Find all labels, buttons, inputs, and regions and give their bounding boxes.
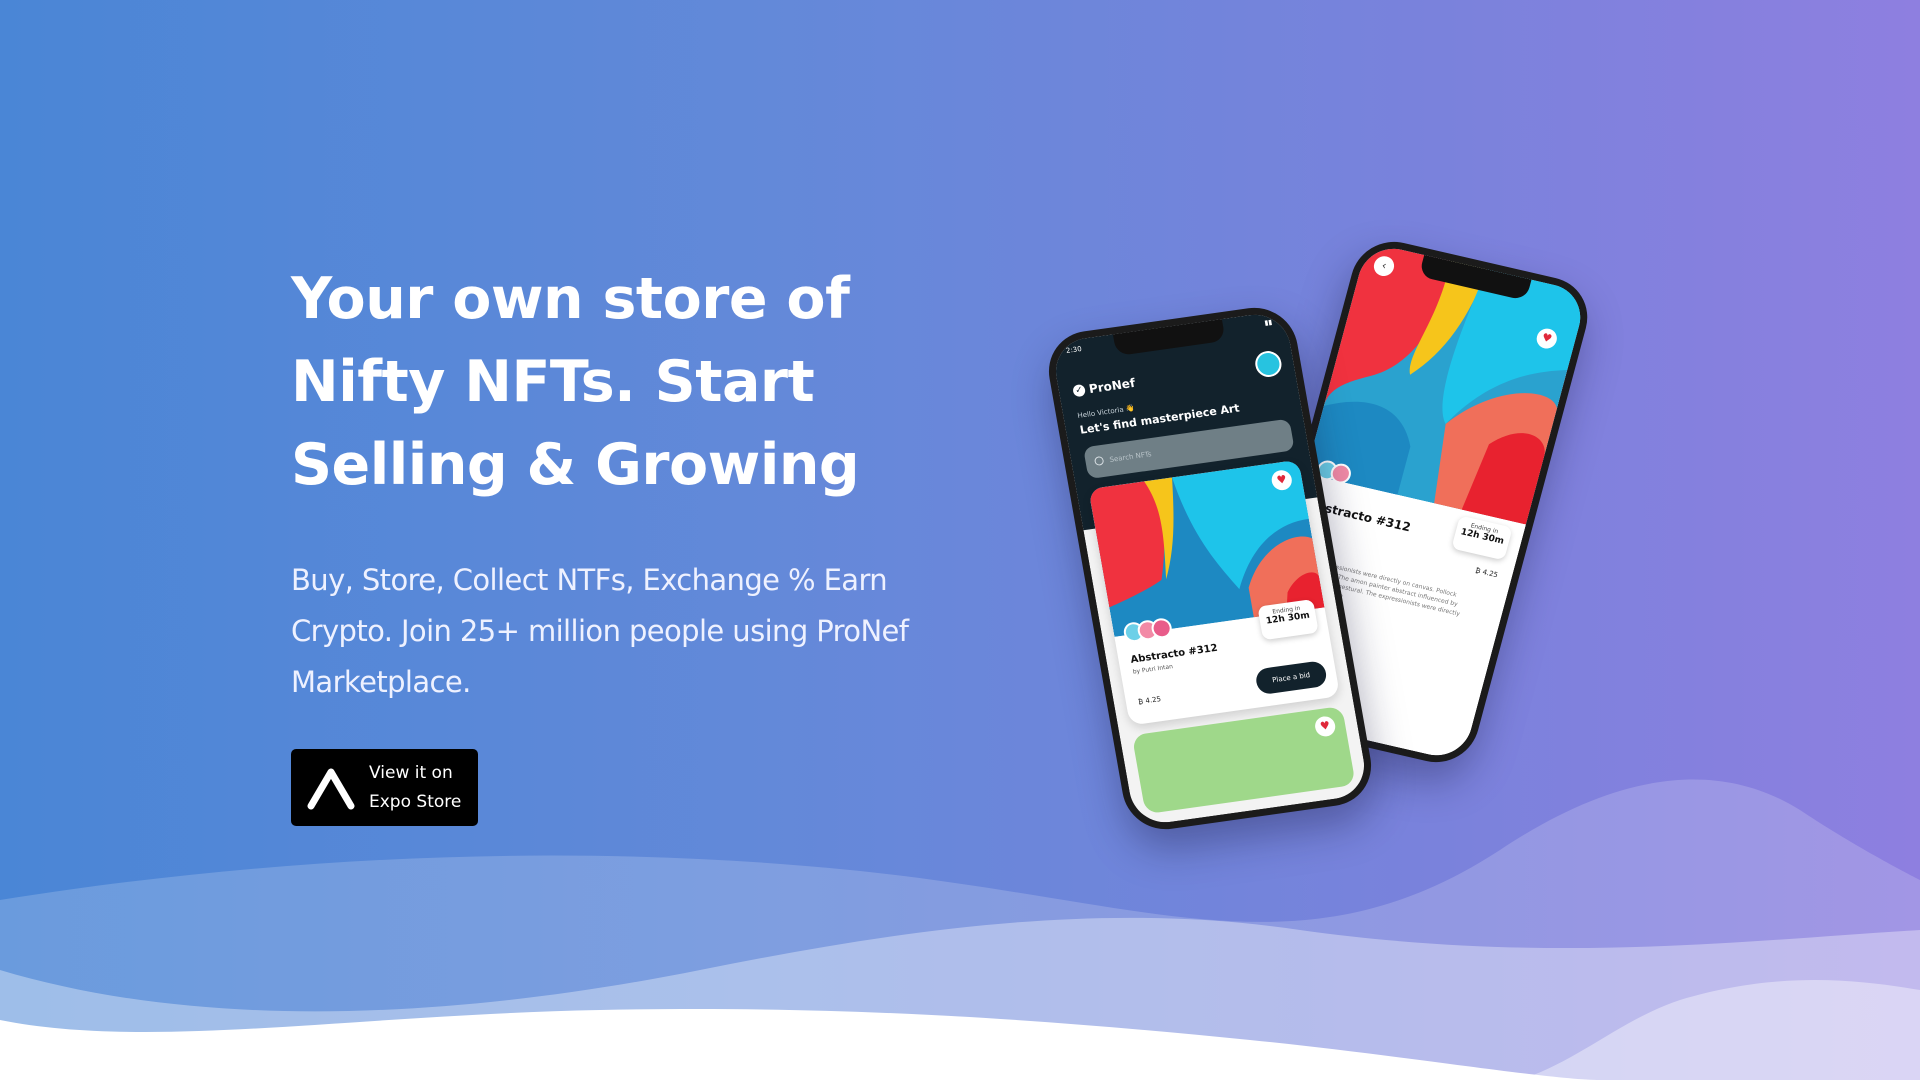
ending-badge: Ending in 12h 30m xyxy=(1451,515,1513,561)
ending-badge: Ending in 12h 30m xyxy=(1257,598,1319,641)
price-value: 4.25 xyxy=(1481,568,1499,580)
search-placeholder: Search NFTs xyxy=(1108,450,1153,464)
headline-line-1: Your own store of xyxy=(291,266,850,332)
search-icon xyxy=(1093,455,1105,467)
nft-card: ♥ Ending in 12h 30m Abstracto #312 by Pu… xyxy=(1088,459,1341,726)
subtext-line-2: Crypto. Join 25+ million people using Pr… xyxy=(291,614,909,648)
headline-line-2: Nifty NFTs. Start xyxy=(291,349,815,415)
card-price: ₿ 4.25 xyxy=(1137,695,1162,707)
hero-subtext: Buy, Store, Collect NTFs, Exchange % Ear… xyxy=(291,555,971,708)
favorite-heart-icon: ♥ xyxy=(1313,715,1337,738)
owner-avatars xyxy=(1122,617,1174,644)
status-time: 2:30 xyxy=(1065,344,1083,355)
place-bid-button: Place a bid xyxy=(1254,660,1329,696)
subtext-line-3: Marketplace. xyxy=(291,665,471,699)
price-value: 4.25 xyxy=(1144,695,1162,706)
abstract-artwork xyxy=(1305,241,1589,525)
hero-headline: Your own store of Nifty NFTs. Start Sell… xyxy=(291,258,971,507)
headline-line-3: Selling & Growing xyxy=(291,432,860,498)
detail-price: ₿ 4.25 xyxy=(1474,566,1499,580)
subtext-line-1: Buy, Store, Collect NTFs, Exchange % Ear… xyxy=(291,563,888,597)
decorative-waves xyxy=(0,779,1920,1080)
check-icon: ✓ xyxy=(1072,383,1087,398)
card-author: by Putri Intan xyxy=(1132,663,1174,676)
hero-section: Your own store of Nifty NFTs. Start Sell… xyxy=(291,258,971,708)
card-title: Abstracto #312 xyxy=(1129,642,1219,666)
